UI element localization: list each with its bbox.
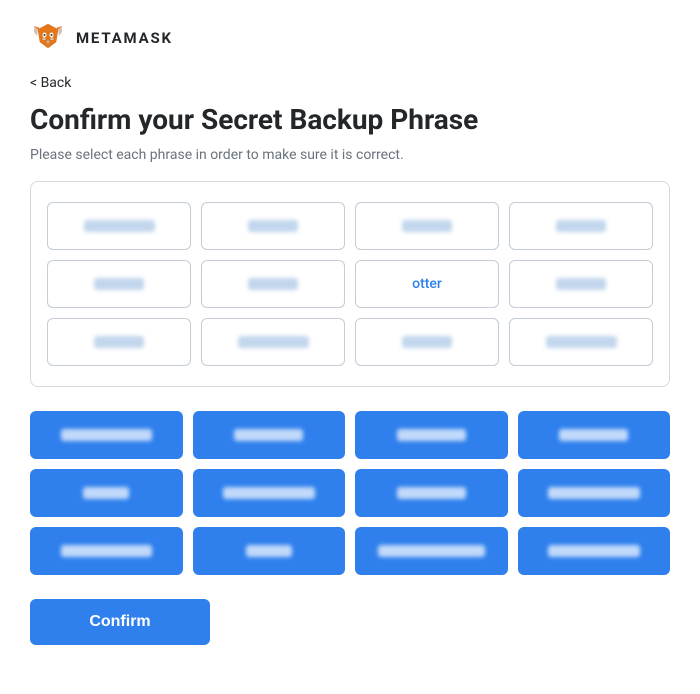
word-btn-blur-11 <box>378 545 485 557</box>
drop-area: otter <box>30 181 670 387</box>
word-blur-3 <box>402 220 452 232</box>
word-slot-2[interactable] <box>201 202 345 250</box>
word-btn-blur-8 <box>548 487 640 499</box>
word-btn-blur-6 <box>223 487 315 499</box>
word-blur-2 <box>248 220 298 232</box>
word-btn-blur-5 <box>83 487 129 499</box>
word-btn-5[interactable] <box>30 469 183 517</box>
brand-name: METAMASK <box>76 29 173 47</box>
word-btn-blur-12 <box>548 545 640 557</box>
word-btn-blur-3 <box>397 429 466 441</box>
word-btn-7[interactable] <box>355 469 508 517</box>
word-btn-blur-2 <box>234 429 303 441</box>
word-blur-9 <box>94 336 144 348</box>
subtitle: Please select each phrase in order to ma… <box>30 147 670 163</box>
word-blur-5 <box>94 278 144 290</box>
page-title: Confirm your Secret Backup Phrase <box>30 103 670 137</box>
word-blur-10 <box>238 336 309 348</box>
word-btn-12[interactable] <box>518 527 671 575</box>
word-blur-12 <box>546 336 617 348</box>
word-btn-9[interactable] <box>30 527 183 575</box>
word-slot-12[interactable] <box>509 318 653 366</box>
word-btn-blur-7 <box>397 487 466 499</box>
word-btn-3[interactable] <box>355 411 508 459</box>
word-buttons-area <box>30 411 670 575</box>
word-blur-11 <box>402 336 452 348</box>
word-blur-1 <box>84 220 155 232</box>
word-slot-11[interactable] <box>355 318 499 366</box>
word-btn-2[interactable] <box>193 411 346 459</box>
page-container: METAMASK < Back Confirm your Secret Back… <box>0 0 700 694</box>
metamask-logo <box>30 20 66 56</box>
word-slot-3[interactable] <box>355 202 499 250</box>
word-btn-grid <box>30 411 670 575</box>
word-text-7: otter <box>412 276 442 292</box>
word-slot-7[interactable]: otter <box>355 260 499 308</box>
word-slot-6[interactable] <box>201 260 345 308</box>
word-btn-4[interactable] <box>518 411 671 459</box>
word-slot-4[interactable] <box>509 202 653 250</box>
confirm-button[interactable]: Confirm <box>30 599 210 645</box>
word-btn-blur-1 <box>61 429 153 441</box>
word-slot-10[interactable] <box>201 318 345 366</box>
word-slot-grid: otter <box>47 202 653 366</box>
word-slot-8[interactable] <box>509 260 653 308</box>
word-blur-6 <box>248 278 298 290</box>
word-slot-1[interactable] <box>47 202 191 250</box>
word-btn-blur-9 <box>61 545 153 557</box>
word-btn-blur-10 <box>246 545 292 557</box>
word-btn-8[interactable] <box>518 469 671 517</box>
word-slot-5[interactable] <box>47 260 191 308</box>
word-btn-10[interactable] <box>193 527 346 575</box>
word-btn-6[interactable] <box>193 469 346 517</box>
word-btn-1[interactable] <box>30 411 183 459</box>
word-blur-8 <box>556 278 606 290</box>
word-blur-4 <box>556 220 606 232</box>
back-link[interactable]: < Back <box>30 75 71 91</box>
header: METAMASK <box>30 20 670 56</box>
word-btn-blur-4 <box>559 429 628 441</box>
word-slot-9[interactable] <box>47 318 191 366</box>
word-btn-11[interactable] <box>355 527 508 575</box>
